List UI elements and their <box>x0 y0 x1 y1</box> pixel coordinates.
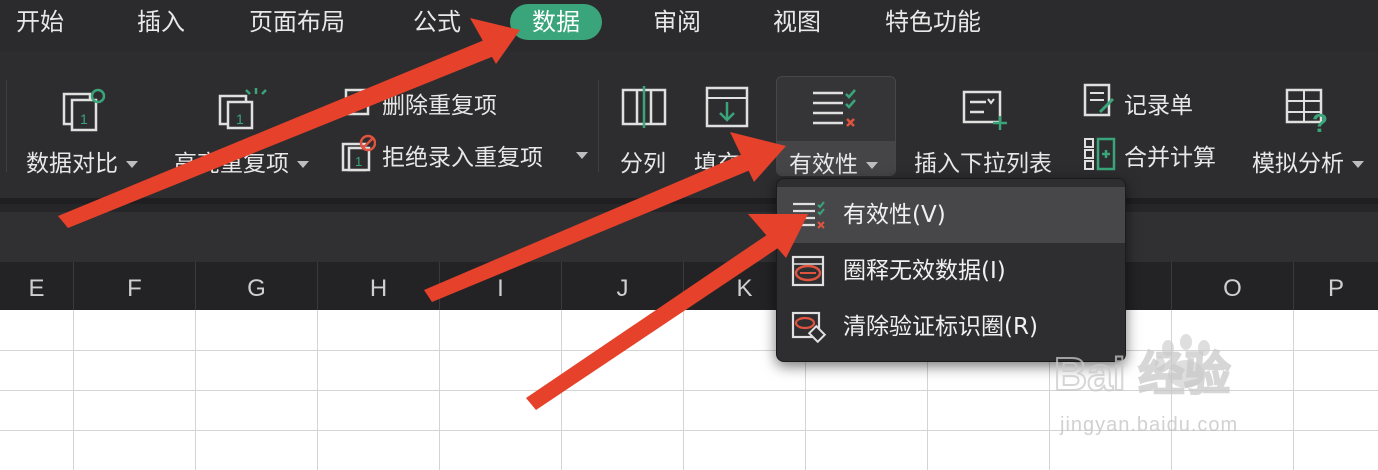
chevron-down-icon <box>126 161 138 168</box>
tab-formula[interactable]: 公式 <box>413 4 461 40</box>
delete-duplicates-label: 删除重复项 <box>382 93 497 119</box>
split-columns-icon <box>621 86 667 128</box>
record-form-label: 记录单 <box>1124 93 1193 119</box>
validity-button[interactable]: 有效性 <box>776 76 896 178</box>
data-compare-label: 数据对比 <box>26 151 118 177</box>
column-header-f[interactable]: F <box>74 262 196 310</box>
column-header-e[interactable]: E <box>0 262 74 310</box>
insert-dropdown-list-button[interactable]: 插入下拉列表 <box>910 80 1062 177</box>
delete-duplicates-button[interactable]: 删除重复项 <box>340 80 510 120</box>
column-header-p[interactable]: P <box>1294 262 1378 310</box>
column-header-g[interactable]: G <box>196 262 318 310</box>
highlight-duplicates-icon: 1 <box>218 88 267 130</box>
svg-text:1: 1 <box>355 154 362 169</box>
what-if-analysis-button[interactable]: ? 模拟分析 <box>1250 80 1378 177</box>
tab-review[interactable]: 审阅 <box>653 4 701 40</box>
svg-text:?: ? <box>1312 108 1328 134</box>
reject-duplicates-label: 拒绝录入重复项 <box>382 145 543 171</box>
highlight-duplicates-button[interactable]: 1 高亮重复项 <box>172 80 322 177</box>
menu-item-validity-label: 有效性(V) <box>843 202 946 228</box>
what-if-analysis-icon: ? <box>1285 88 1328 134</box>
toolbar-divider <box>0 204 1378 212</box>
baidu-jingyan-watermark: Bai 经验 jingyan.baidu.com <box>1050 330 1350 450</box>
clear-circles-icon <box>791 311 827 343</box>
svg-text:1: 1 <box>236 111 244 127</box>
chevron-down-icon <box>866 162 878 169</box>
menu-item-clear-validation-circles-label: 清除验证标识圈(R) <box>843 314 1038 340</box>
column-header-row: E F G H I J K L M N O P <box>0 262 1378 310</box>
fill-icon <box>705 86 749 128</box>
circle-invalid-icon <box>791 255 825 287</box>
menu-item-circle-invalid-data[interactable]: 圈释无效数据(I) <box>777 243 1125 299</box>
record-form-button[interactable]: 记录单 <box>1082 80 1212 120</box>
insert-dropdown-list-label: 插入下拉列表 <box>914 151 1052 177</box>
data-compare-button[interactable]: 1 数据对比 <box>22 80 152 177</box>
menu-item-validity[interactable]: 有效性(V) <box>777 187 1125 243</box>
highlight-duplicates-label: 高亮重复项 <box>174 151 289 177</box>
consolidate-button[interactable]: 合并计算 <box>1082 132 1232 176</box>
column-header-i[interactable]: I <box>440 262 562 310</box>
ribbon: 1 数据对比 1 高亮重复项 删除重复项 1 拒绝录入重复项 分列 填充 有效性… <box>0 52 1378 200</box>
ribbon-separator <box>6 80 7 172</box>
svg-text:1: 1 <box>80 111 88 127</box>
baidu-paw-logo: Bai 经验 <box>1053 334 1231 401</box>
split-columns-label: 分列 <box>620 151 666 177</box>
consolidate-label: 合并计算 <box>1124 145 1216 171</box>
watermark-url: jingyan.baidu.com <box>1060 414 1239 436</box>
reject-duplicates-button[interactable]: 1 拒绝录入重复项 <box>340 132 590 176</box>
tab-data[interactable]: 数据 <box>510 4 602 40</box>
tab-features[interactable]: 特色功能 <box>885 4 981 40</box>
what-if-analysis-label: 模拟分析 <box>1252 151 1344 177</box>
chevron-down-icon <box>297 161 309 168</box>
chevron-down-icon <box>576 152 588 159</box>
record-form-icon <box>1083 83 1115 117</box>
menu-tab-bar: 开始 插入 页面布局 公式 数据 审阅 视图 特色功能 <box>0 0 1378 52</box>
tab-insert[interactable]: 插入 <box>137 4 185 40</box>
split-columns-button[interactable]: 分列 <box>612 80 676 177</box>
data-compare-icon: 1 <box>62 88 106 132</box>
column-header-j[interactable]: J <box>562 262 684 310</box>
formula-bar[interactable] <box>0 212 1378 262</box>
validity-icon <box>793 201 825 229</box>
validity-icon <box>813 89 856 127</box>
validity-label: 有效性 <box>789 152 858 178</box>
tab-view[interactable]: 视图 <box>773 4 821 40</box>
fill-button[interactable]: 填充 <box>694 80 760 177</box>
column-header-h[interactable]: H <box>318 262 440 310</box>
delete-duplicates-icon <box>344 88 370 116</box>
reject-duplicates-icon: 1 <box>341 134 376 172</box>
consolidate-icon <box>1084 137 1116 171</box>
ribbon-separator <box>598 80 599 172</box>
chevron-down-icon <box>1352 161 1364 168</box>
menu-item-circle-invalid-data-label: 圈释无效数据(I) <box>843 258 1006 284</box>
tab-page-layout[interactable]: 页面布局 <box>249 4 345 40</box>
column-header-o[interactable]: O <box>1172 262 1294 310</box>
fill-label: 填充 <box>694 151 740 177</box>
tab-start[interactable]: 开始 <box>16 4 64 40</box>
insert-dropdown-list-icon <box>962 90 1007 130</box>
